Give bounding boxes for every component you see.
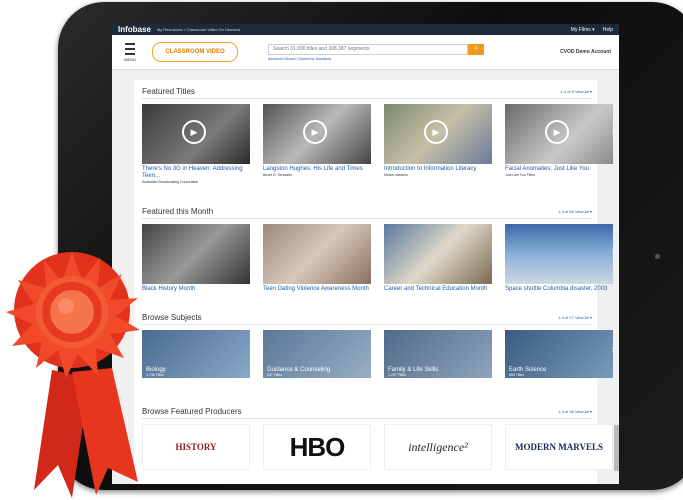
video-title[interactable]: Langston Hughes: His Life and Times [263, 166, 371, 173]
header: MENU CLASSROOM VIDEO ⌕ Advanced Search |… [112, 35, 619, 70]
video-card[interactable]: ▶ Langston Hughes: His Life and Times Br… [263, 104, 371, 184]
subject-count: 865 Titles [509, 373, 524, 377]
section-title: Featured this Month [142, 206, 214, 216]
subject-card[interactable]: Family & Life Skills 1,207 Titles [384, 330, 492, 378]
view-all-link[interactable]: 1-4 of 8 View All ▾ [560, 89, 592, 94]
view-all-link[interactable]: 1-4 of 27 View All ▾ [558, 315, 592, 320]
featured-titles-section: Featured Titles 1-4 of 8 View All ▾ ▶ Th… [142, 84, 615, 184]
search-icon: ⌕ [474, 45, 478, 52]
producer-name: intelligence² [408, 439, 468, 454]
video-card[interactable]: ▶ Introduction to Information Literacy M… [384, 104, 492, 184]
browse-producers-section: Browse Featured Producers 1-4 of 36 View… [142, 404, 619, 471]
section-title: Featured Titles [142, 86, 195, 96]
collection-card[interactable]: Black History Month [142, 224, 250, 293]
subject-thumbnail[interactable]: Earth Science 865 Titles › [505, 330, 615, 378]
next-arrow-icon[interactable]: › [612, 246, 615, 257]
collection-thumbnail[interactable] [263, 224, 371, 284]
my-films-menu[interactable]: My Films ▾ [571, 27, 595, 33]
search-area: ⌕ Advanced Search | Search by Standards [268, 43, 484, 61]
video-title[interactable]: Introduction to Information Literacy [384, 166, 492, 173]
play-icon[interactable]: ▶ [182, 120, 206, 144]
producer-name: HISTORY [175, 442, 217, 452]
featured-month-section: Featured this Month 1-4 of 65 View All ▾… [142, 204, 615, 293]
view-all-link[interactable]: 1-4 of 65 View All ▾ [558, 209, 592, 214]
play-icon[interactable]: ▶ [424, 120, 448, 144]
video-producer: Just Like You Films [505, 173, 535, 177]
subject-card[interactable]: Earth Science 865 Titles › [505, 330, 615, 378]
subject-thumbnail[interactable]: Biology 1,736 Titles [142, 330, 250, 378]
app-screen: Infobase My Resources > Classroom Video … [112, 24, 619, 484]
brand-logo[interactable]: Infobase [118, 25, 151, 34]
subject-card[interactable]: Biology 1,736 Titles [142, 330, 250, 378]
producer-card[interactable]: HISTORY [142, 424, 250, 470]
next-arrow-icon[interactable]: › [614, 425, 619, 471]
browse-subjects-section: Browse Subjects 1-4 of 27 View All ▾ Bio… [142, 310, 615, 378]
collection-title[interactable]: Teen Dating Violence Awareness Month [263, 286, 371, 293]
collection-title[interactable]: Black History Month [142, 286, 250, 293]
video-card[interactable]: ▶ There's No 3G in Heaven: Addressing Te… [142, 104, 250, 184]
collection-thumbnail[interactable]: › [505, 224, 615, 284]
collection-thumbnail[interactable] [384, 224, 492, 284]
play-icon[interactable]: ▶ [545, 120, 569, 144]
video-thumbnail[interactable]: ▶ [384, 104, 492, 164]
video-card[interactable]: ▶ › Facial Anomalies: Just Like You Just … [505, 104, 615, 184]
producer-name: HBO [289, 431, 346, 462]
producer-name: MODERN MARVELS [515, 442, 603, 452]
hamburger-icon [125, 42, 135, 55]
video-producer: Motion Masters [384, 173, 408, 177]
camera-icon [655, 254, 660, 259]
search-links[interactable]: Advanced Search | Search by Standards [268, 57, 484, 61]
view-all-link[interactable]: 1-4 of 36 View All ▾ [558, 409, 592, 414]
producer-card[interactable]: HBO [263, 424, 371, 470]
video-title[interactable]: There's No 3G in Heaven: Addressing Teen… [142, 166, 250, 180]
collection-title[interactable]: Career and Technical Education Month [384, 286, 492, 293]
collection-card[interactable]: Teen Dating Violence Awareness Month [263, 224, 371, 293]
subject-thumbnail[interactable]: Guidance & Counseling 537 Titles [263, 330, 371, 378]
subject-count: 537 Titles [267, 373, 282, 377]
award-ribbon-icon [6, 252, 140, 498]
video-title[interactable]: Facial Anomalies: Just Like You [505, 166, 613, 173]
video-thumbnail[interactable]: ▶ [263, 104, 371, 164]
subject-card[interactable]: Guidance & Counseling 537 Titles [263, 330, 371, 378]
video-thumbnail[interactable]: ▶ [142, 104, 250, 164]
collection-card[interactable]: › Space shuttle Columbia disaster, 2003 [505, 224, 615, 293]
producer-logo[interactable]: intelligence² [384, 424, 492, 470]
next-arrow-icon[interactable]: › [612, 344, 615, 355]
search-input[interactable] [268, 43, 468, 55]
producer-logo[interactable]: HBO [263, 424, 371, 470]
menu-label: MENU [124, 56, 136, 62]
video-thumbnail[interactable]: ▶ › [505, 104, 615, 164]
account-name[interactable]: CVOD Demo Account [560, 49, 611, 55]
producer-logo[interactable]: MODERN MARVELS › [505, 424, 619, 471]
logo-text: CLASSROOM VIDEO [165, 49, 225, 55]
play-icon[interactable]: ▶ [303, 120, 327, 144]
top-bar: Infobase My Resources > Classroom Video … [112, 24, 619, 35]
main-content: Featured Titles 1-4 of 8 View All ▾ ▶ Th… [134, 80, 619, 484]
search-button[interactable]: ⌕ [468, 43, 484, 55]
section-title: Browse Featured Producers [142, 406, 242, 416]
classroom-video-logo[interactable]: CLASSROOM VIDEO [152, 42, 238, 62]
producer-logo[interactable]: HISTORY [142, 424, 250, 470]
collection-card[interactable]: Career and Technical Education Month [384, 224, 492, 293]
producer-card[interactable]: intelligence² [384, 424, 492, 470]
next-arrow-icon[interactable]: › [612, 126, 615, 137]
section-title: Browse Subjects [142, 312, 202, 322]
help-link[interactable]: Help [603, 27, 613, 33]
menu-button[interactable]: MENU [120, 42, 140, 62]
subject-thumbnail[interactable]: Family & Life Skills 1,207 Titles [384, 330, 492, 378]
video-producer: Australian Broadcasting Corporation [142, 180, 199, 184]
video-producer: Bruce R. Schwartz [263, 173, 292, 177]
subject-count: 1,207 Titles [388, 373, 406, 377]
collection-title[interactable]: Space shuttle Columbia disaster, 2003 [505, 286, 613, 293]
breadcrumb[interactable]: My Resources > Classroom Video On Demand [157, 27, 240, 32]
collection-thumbnail[interactable] [142, 224, 250, 284]
producer-card[interactable]: MODERN MARVELS › [505, 424, 619, 471]
